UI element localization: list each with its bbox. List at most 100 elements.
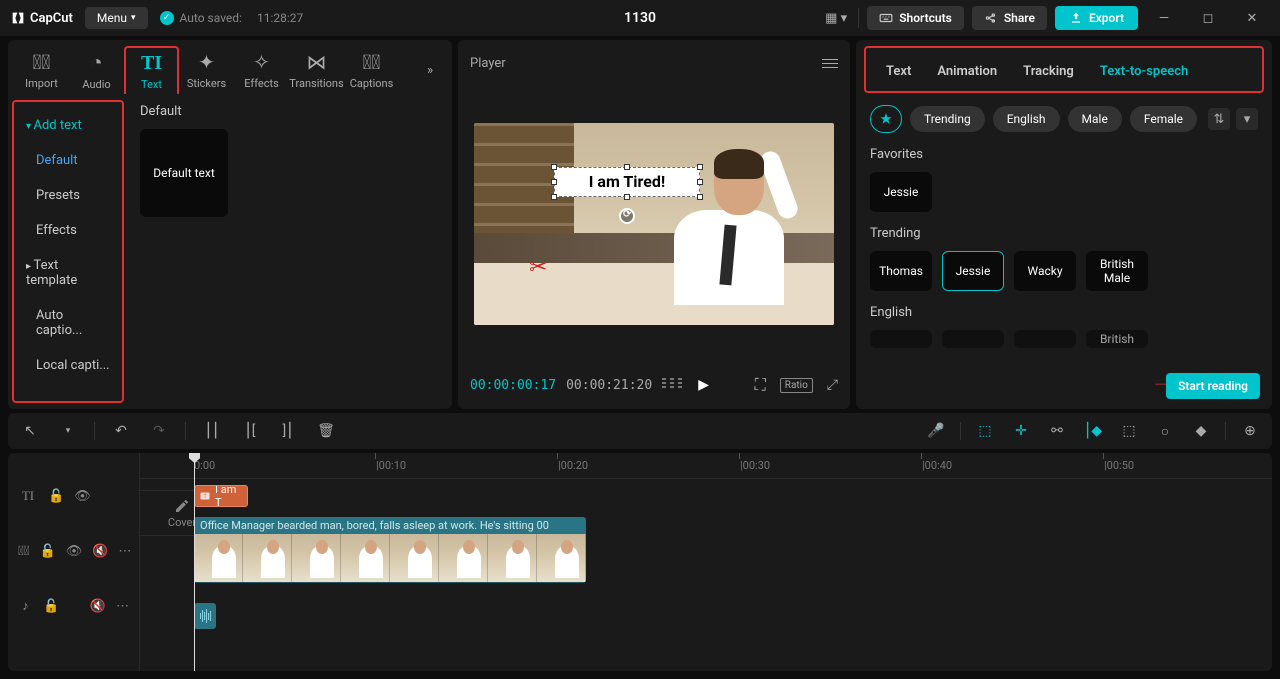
chip-male[interactable]: Male <box>1068 106 1122 132</box>
close-button[interactable]: ✕ <box>1234 4 1270 32</box>
project-title[interactable]: 1130 <box>624 10 656 26</box>
voice-card[interactable] <box>870 330 932 348</box>
audio-clip[interactable] <box>194 603 216 629</box>
voice-card[interactable]: British <box>1086 330 1148 348</box>
trim-right-tool[interactable]: ]⎮ <box>276 419 300 443</box>
app-logo: CapCut <box>10 10 73 26</box>
minimize-button[interactable]: — <box>1146 4 1182 32</box>
track-head-text[interactable]: TI🔓👁 <box>8 479 139 513</box>
align-icon[interactable]: ⎮◆ <box>1081 419 1105 443</box>
playhead[interactable] <box>194 453 195 671</box>
delete-tool[interactable]: 🗑 <box>314 419 338 443</box>
resize-handle[interactable] <box>624 194 630 200</box>
mute-icon[interactable]: 🔇 <box>92 544 108 559</box>
eye-icon[interactable]: 👁 <box>66 544 83 559</box>
text-clip[interactable]: T I am T <box>194 485 248 507</box>
maximize-button[interactable]: ◻ <box>1190 4 1226 32</box>
track-head-video[interactable]: ▸⃞🔓👁🔇⋯ <box>8 513 139 589</box>
tab-text[interactable]: TIText <box>124 46 179 94</box>
tab-captions[interactable]: ☰⃞Captions <box>344 46 399 94</box>
shortcuts-button[interactable]: Shortcuts <box>867 6 964 30</box>
tag-icon[interactable]: ◆ <box>1189 419 1213 443</box>
lock-icon[interactable]: 🔓 <box>43 599 59 614</box>
circle-icon[interactable]: ○ <box>1153 419 1177 443</box>
resize-handle[interactable] <box>697 164 703 170</box>
sidebar-default[interactable]: Default <box>14 143 122 178</box>
redo-button[interactable]: ↷ <box>147 419 171 443</box>
voice-card[interactable] <box>1014 330 1076 348</box>
rtab-animation[interactable]: Animation <box>937 64 997 79</box>
mute-icon[interactable]: 🔇 <box>90 599 106 614</box>
resize-handle[interactable] <box>697 179 703 185</box>
export-button[interactable]: Export <box>1055 6 1138 30</box>
ratio-button[interactable]: Ratio <box>780 378 813 393</box>
sidebar-local-captions[interactable]: Local capti... <box>14 348 122 383</box>
resize-handle[interactable] <box>551 164 557 170</box>
voice-card[interactable]: Thomas <box>870 251 932 291</box>
more-icon[interactable]: ⋯ <box>118 544 131 559</box>
split-tool[interactable]: ⎮⎮ <box>200 419 224 443</box>
volume-bars-icon[interactable] <box>662 378 682 392</box>
rtab-text[interactable]: Text <box>886 64 911 79</box>
undo-button[interactable]: ↶ <box>109 419 133 443</box>
lock-icon[interactable]: 🔓 <box>40 544 56 559</box>
snap-icon[interactable]: ✛ <box>1009 419 1033 443</box>
captions-icon: ☰⃞ <box>363 50 381 74</box>
sidebar-presets[interactable]: Presets <box>14 178 122 213</box>
scan-icon[interactable]: ⛶ <box>755 375 766 395</box>
link-icon[interactable]: ⚯ <box>1045 419 1069 443</box>
resize-handle[interactable] <box>624 164 630 170</box>
resize-handle[interactable] <box>551 194 557 200</box>
sidebar-effects[interactable]: Effects <box>14 213 122 248</box>
zoom-fit-icon[interactable]: ⊕ <box>1238 419 1262 443</box>
menu-button[interactable]: Menu▾ <box>85 7 148 29</box>
timeline-ruler[interactable]: 0:00 |00:10 |00:20 |00:30 |00:40 |00:50 <box>140 453 1272 479</box>
resize-handle[interactable] <box>551 179 557 185</box>
chip-female[interactable]: Female <box>1130 106 1197 132</box>
trim-left-tool[interactable]: ⎮[ <box>238 419 262 443</box>
voice-card[interactable]: Jessie <box>942 251 1004 291</box>
tab-transitions[interactable]: ⋈Transitions <box>289 46 344 94</box>
tab-stickers[interactable]: ✦Stickers <box>179 46 234 94</box>
rotate-handle[interactable] <box>619 208 635 224</box>
rtab-tracking[interactable]: Tracking <box>1023 64 1074 79</box>
mic-icon[interactable]: 🎤 <box>924 419 948 443</box>
start-reading-button[interactable]: Start reading <box>1166 373 1260 399</box>
sidebar-text-template[interactable]: Text template <box>14 248 122 298</box>
play-button[interactable]: ▶ <box>698 377 709 393</box>
rtab-tts[interactable]: Text-to-speech <box>1100 64 1188 79</box>
timecode-total: 00:00:21:20 <box>566 378 652 393</box>
chip-english[interactable]: English <box>993 106 1060 132</box>
more-icon[interactable]: ⋯ <box>116 599 129 614</box>
voice-card[interactable]: Wacky <box>1014 251 1076 291</box>
magnet-icon[interactable]: ⬚ <box>973 419 997 443</box>
tab-audio[interactable]: ◔Audio <box>69 46 124 94</box>
resize-handle[interactable] <box>697 194 703 200</box>
chip-trending[interactable]: Trending <box>910 106 985 132</box>
chip-favorites[interactable] <box>870 105 902 133</box>
video-clip[interactable]: Office Manager bearded man, bored, falls… <box>194 517 586 583</box>
text-overlay[interactable]: I am Tired! <box>554 167 700 197</box>
voice-card[interactable] <box>942 330 1004 348</box>
lock-icon[interactable]: 🔓 <box>48 489 64 504</box>
eye-icon[interactable]: 👁 <box>74 489 91 504</box>
player-menu-icon[interactable] <box>822 59 838 68</box>
fullscreen-icon[interactable]: ⤢ <box>827 377 838 393</box>
voice-card[interactable]: British Male <box>1086 251 1148 291</box>
share-button[interactable]: Share <box>972 6 1047 30</box>
filter-settings-icon[interactable]: ⇅ <box>1208 108 1230 130</box>
tabs-more-button[interactable]: » <box>414 46 446 94</box>
sidebar-add-text[interactable]: Add text <box>14 108 122 143</box>
track-head-audio[interactable]: ♪🔓🔇⋯ <box>8 589 139 623</box>
preview-icon[interactable]: ⬚ <box>1117 419 1141 443</box>
voice-card[interactable]: Jessie <box>870 172 932 212</box>
asset-default-text[interactable]: Default text <box>140 129 228 217</box>
cursor-tool[interactable]: ↖ <box>18 419 42 443</box>
sidebar-auto-captions[interactable]: Auto captio... <box>14 298 122 348</box>
layout-icon[interactable]: ▦ ▾ <box>822 4 850 32</box>
tab-effects[interactable]: ✧Effects <box>234 46 289 94</box>
player-canvas[interactable]: I am Tired! <box>470 84 838 363</box>
filter-dropdown-icon[interactable]: ▾ <box>1236 108 1258 130</box>
cursor-dropdown[interactable]: ▾ <box>56 419 80 443</box>
tab-import[interactable]: ▸⃞Import <box>14 46 69 94</box>
